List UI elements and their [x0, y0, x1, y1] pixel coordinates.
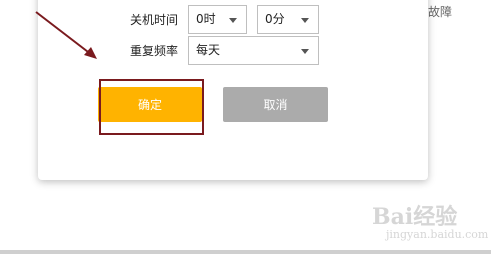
- hour-select-value: 0时: [196, 12, 216, 26]
- chevron-down-icon: [301, 18, 309, 23]
- repeat-frequency-value: 每天: [196, 43, 221, 57]
- hour-select[interactable]: 0时: [188, 5, 247, 34]
- minute-select-value: 0分: [265, 12, 285, 26]
- cancel-button[interactable]: 取消: [223, 87, 328, 122]
- bottom-divider: [0, 250, 491, 254]
- watermark-logo-text: Bai经验: [372, 204, 458, 230]
- shutdown-settings-dialog: 关机时间 0时 0分 重复频率 每天 确定 取消: [38, 0, 428, 180]
- shutdown-time-row: 关机时间 0时 0分: [130, 5, 319, 34]
- watermark-url: jingyan.baidu.com: [386, 228, 489, 241]
- repeat-frequency-row: 重复频率 每天: [130, 36, 319, 65]
- background-side-text: 故障: [428, 5, 453, 19]
- repeat-frequency-label: 重复频率: [130, 44, 179, 58]
- annotation-highlight-box: [99, 79, 204, 135]
- repeat-frequency-select[interactable]: 每天: [188, 36, 319, 65]
- minute-select[interactable]: 0分: [257, 5, 319, 34]
- chevron-down-icon: [229, 18, 237, 23]
- baidu-watermark: Bai经验 jingyan.baidu.com: [372, 206, 488, 242]
- chevron-down-icon: [301, 49, 309, 54]
- shutdown-time-label: 关机时间: [130, 13, 179, 27]
